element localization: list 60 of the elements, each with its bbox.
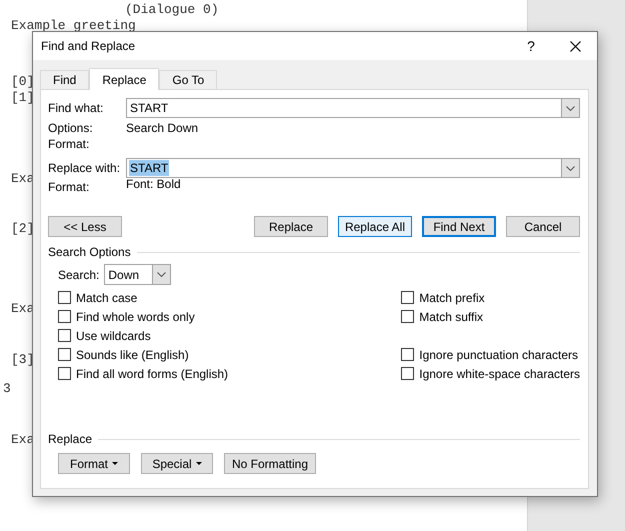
checkbox-option[interactable]: Match suffix <box>401 307 580 326</box>
chevron-down-icon <box>566 166 575 170</box>
action-button[interactable]: Replace <box>254 216 328 237</box>
action-button[interactable]: Cancel <box>506 216 580 237</box>
format-value: Font: Bold <box>126 177 181 191</box>
tab[interactable]: Go To <box>159 70 218 89</box>
checkbox[interactable] <box>401 348 414 361</box>
dropdown-button[interactable] <box>561 99 579 117</box>
caret-icon <box>112 462 118 465</box>
menu-button[interactable]: Special <box>141 453 213 474</box>
group-title: Search Options <box>48 245 131 259</box>
field-label: Find what: <box>48 101 104 115</box>
document-text: [0] <box>11 75 34 89</box>
action-button[interactable]: Find Next <box>422 216 496 237</box>
checkbox-option[interactable]: Sounds like (English) <box>58 345 402 364</box>
group-title: Replace <box>48 432 92 446</box>
chevron-down-icon <box>157 272 166 277</box>
replace-with-field[interactable]: START <box>126 158 580 178</box>
find-what-field[interactable]: START <box>126 98 580 118</box>
no-formatting-button[interactable]: No Formatting <box>224 453 316 474</box>
search-direction-select[interactable]: Down <box>104 264 172 285</box>
document-text: [3] <box>11 353 34 367</box>
dropdown-button[interactable] <box>152 265 170 284</box>
checkbox[interactable] <box>401 310 414 323</box>
checkbox[interactable] <box>58 348 71 361</box>
chevron-down-icon <box>566 106 575 110</box>
document-text: 3 <box>3 382 11 396</box>
document-text: [1] <box>11 91 34 105</box>
less-button[interactable]: << Less <box>48 216 122 237</box>
action-button[interactable]: Replace All <box>338 216 412 237</box>
checkbox[interactable] <box>58 310 71 323</box>
checkbox[interactable] <box>401 367 414 380</box>
field-label: Replace with: <box>48 161 122 175</box>
dropdown-button[interactable] <box>561 159 579 177</box>
checkbox-option[interactable]: Ignore white-space characters <box>401 364 580 383</box>
field-label: Search: <box>58 268 100 282</box>
menu-button[interactable]: Format <box>58 453 130 474</box>
checkbox[interactable] <box>401 291 414 304</box>
field-label: Options: <box>48 121 94 135</box>
field-label: Format: <box>48 180 90 194</box>
close-icon <box>570 40 580 52</box>
help-button[interactable]: ? <box>509 32 553 60</box>
checkbox-option[interactable]: Use wildcards <box>58 326 402 345</box>
checkbox-option[interactable]: Match prefix <box>401 288 580 307</box>
document-text: (Dialogue 0) <box>125 3 219 17</box>
checkbox-option[interactable]: Match case <box>58 288 402 307</box>
tab[interactable]: Find <box>40 70 90 89</box>
checkbox[interactable] <box>58 367 71 380</box>
checkbox[interactable] <box>58 329 71 342</box>
checkbox[interactable] <box>58 291 71 304</box>
window-title: Find and Replace <box>41 39 136 53</box>
tab[interactable]: Replace <box>89 68 160 90</box>
field-label: Format: <box>48 137 90 151</box>
caret-icon <box>196 462 202 465</box>
checkbox-option[interactable]: Ignore punctuation characters <box>401 345 580 364</box>
options-value: Search Down <box>126 121 198 135</box>
checkbox-option[interactable]: Find all word forms (English) <box>58 364 402 383</box>
document-text: Example greeting <box>11 19 136 33</box>
document-text: [2] <box>11 222 34 236</box>
checkbox-option[interactable]: Find whole words only <box>58 307 402 326</box>
